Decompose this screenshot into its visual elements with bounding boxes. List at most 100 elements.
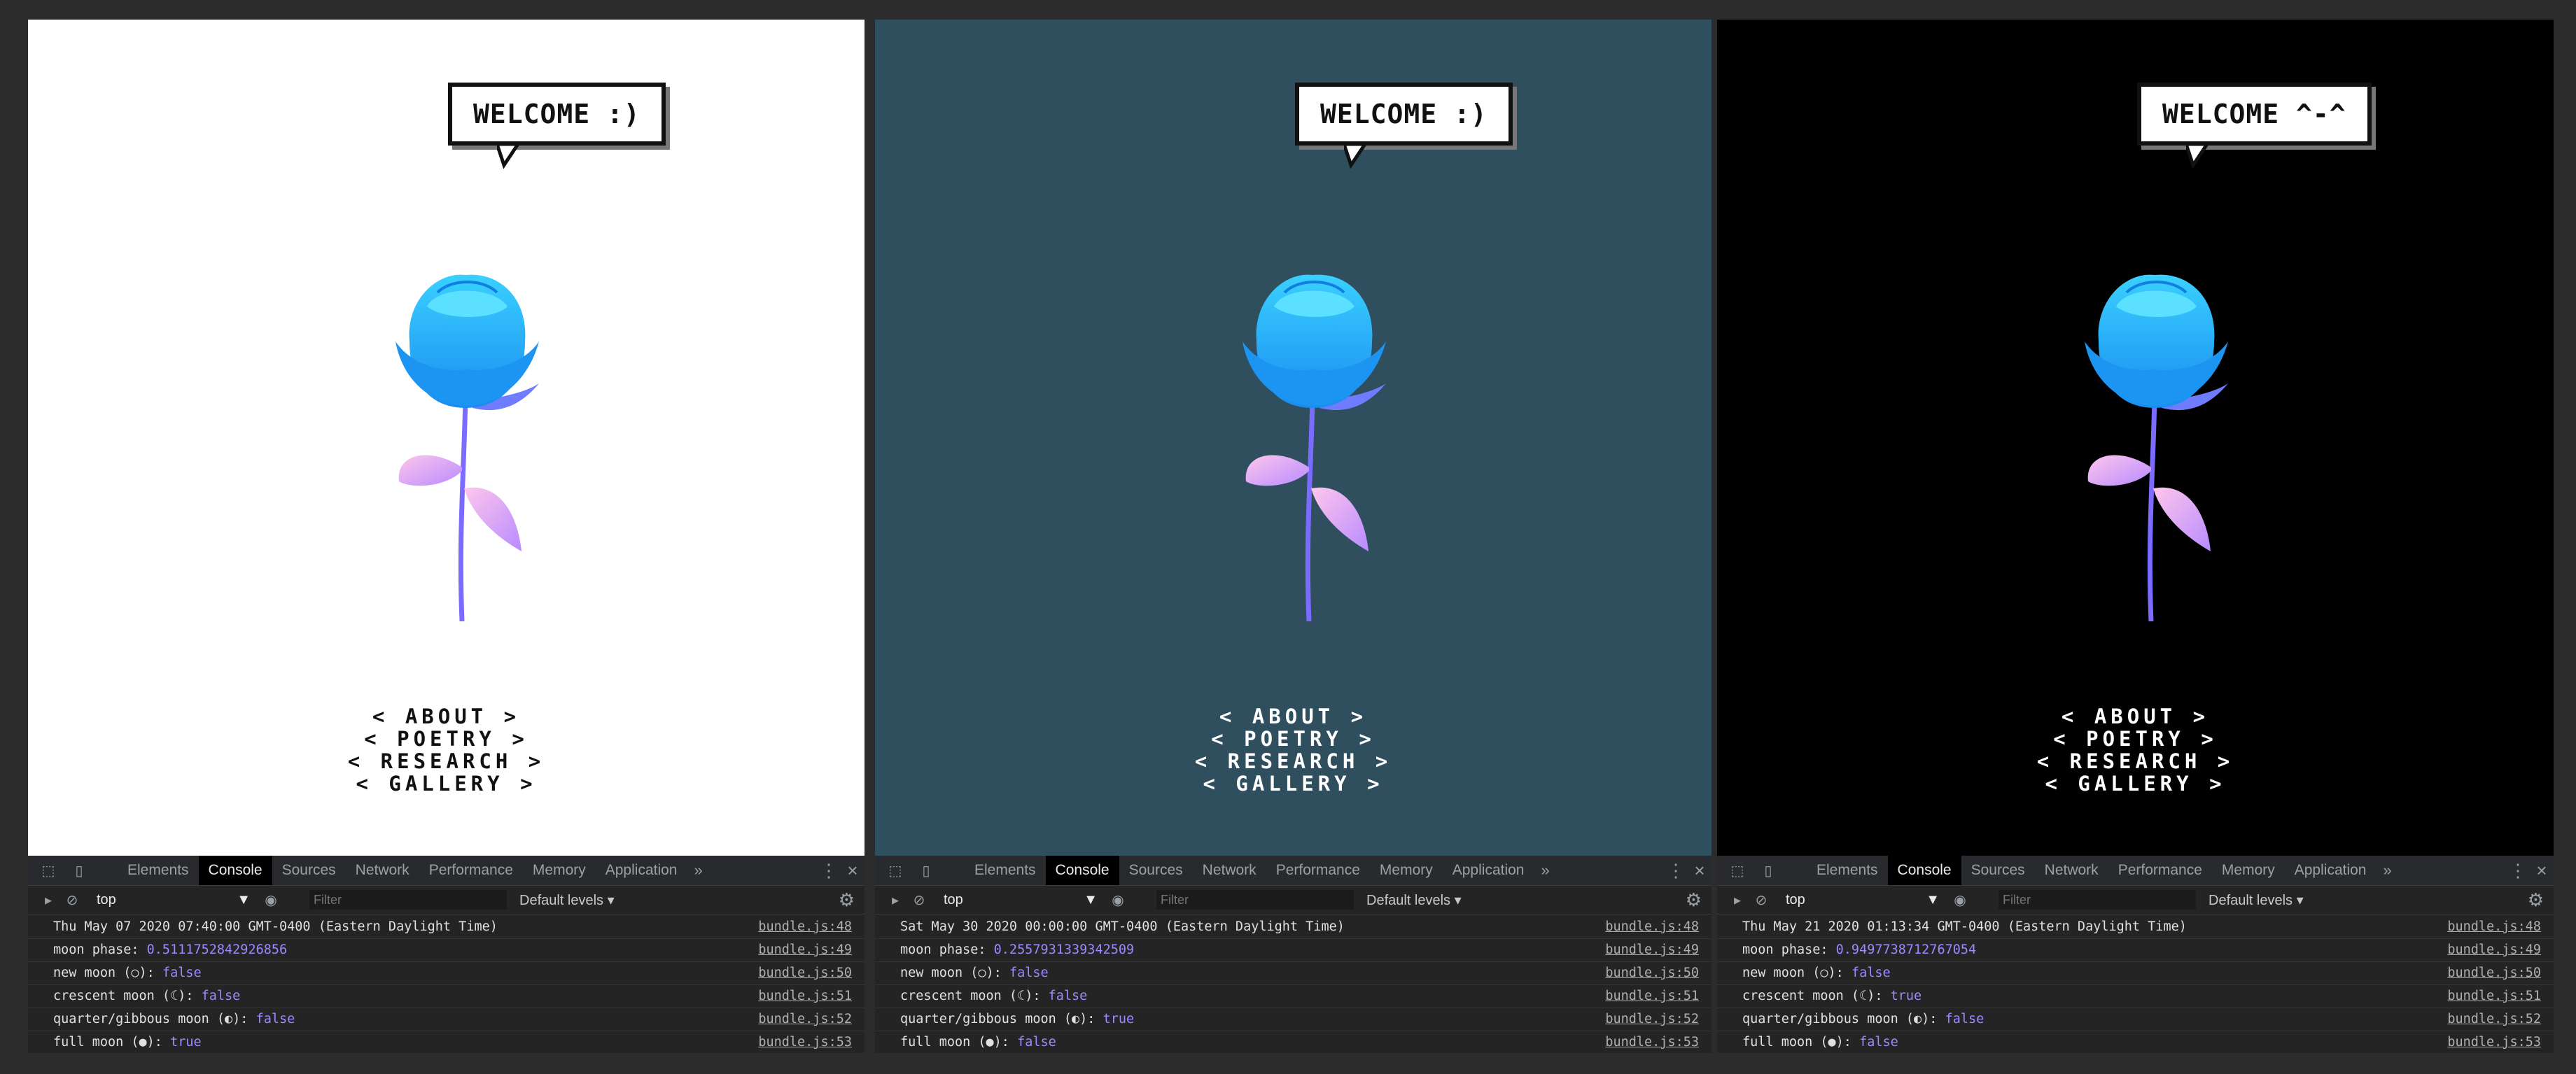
sidebar-toggle-icon[interactable]: ▸ <box>885 889 906 910</box>
inspect-element-icon[interactable]: ⬚ <box>1727 860 1748 881</box>
tab-sources[interactable]: Sources <box>1119 856 1193 885</box>
close-icon[interactable]: × <box>841 860 864 882</box>
console-log-row: new moon (○): false bundle.js:50 <box>1717 962 2554 985</box>
log-source-link[interactable]: bundle.js:50 <box>1605 962 1699 984</box>
console-log-row: moon phase: 0.2557931339342509 bundle.js… <box>875 939 1712 962</box>
tab-memory[interactable]: Memory <box>523 856 596 885</box>
tab-application[interactable]: Application <box>1443 856 1534 885</box>
more-tabs-button[interactable]: » <box>1534 856 1556 885</box>
gear-icon[interactable]: ⚙ <box>2528 889 2544 911</box>
clear-console-icon[interactable]: ⊘ <box>909 889 930 910</box>
sidebar-toggle-icon[interactable]: ▸ <box>38 889 59 910</box>
filter-input[interactable] <box>1998 890 2196 910</box>
log-source-link[interactable]: bundle.js:50 <box>758 962 852 984</box>
sidebar-toggle-icon[interactable]: ▸ <box>1727 889 1748 910</box>
tab-network[interactable]: Network <box>1193 856 1266 885</box>
clear-console-icon[interactable]: ⊘ <box>1751 889 1772 910</box>
nav-poetry-link[interactable]: < POETRY > <box>875 728 1712 750</box>
tab-console[interactable]: Console <box>198 856 272 885</box>
tab-console[interactable]: Console <box>1887 856 1961 885</box>
nav-poetry-link[interactable]: < POETRY > <box>28 728 864 750</box>
log-source-link[interactable]: bundle.js:51 <box>2447 985 2541 1008</box>
device-toolbar-icon[interactable]: ▯ <box>69 860 90 881</box>
context-selector[interactable]: top ▼ <box>944 892 1098 908</box>
log-message: new moon (○): false <box>900 966 1049 980</box>
context-selector[interactable]: top ▼ <box>1786 892 1940 908</box>
kebab-menu-icon[interactable]: ⋮ <box>817 860 841 882</box>
tab-application[interactable]: Application <box>2285 856 2376 885</box>
nav-gallery-link[interactable]: < GALLERY > <box>1717 772 2554 795</box>
log-source-link[interactable]: bundle.js:53 <box>1605 1031 1699 1053</box>
devtools-pane: ⬚ ▯ Elements Console Sources Network Perform… <box>1717 856 2554 1053</box>
log-value: false <box>162 966 202 980</box>
log-source-link[interactable]: bundle.js:51 <box>1605 985 1699 1008</box>
log-levels-dropdown[interactable]: Default levels ▾ <box>2208 891 2304 909</box>
log-levels-dropdown[interactable]: Default levels ▾ <box>519 891 615 909</box>
nav-gallery-link[interactable]: < GALLERY > <box>875 772 1712 795</box>
log-value: false <box>1945 1012 1984 1026</box>
more-tabs-button[interactable]: » <box>687 856 709 885</box>
log-source-link[interactable]: bundle.js:48 <box>758 916 852 938</box>
device-toolbar-icon[interactable]: ▯ <box>1758 860 1779 881</box>
log-source-link[interactable]: bundle.js:49 <box>758 939 852 961</box>
tab-elements[interactable]: Elements <box>118 856 199 885</box>
log-levels-dropdown[interactable]: Default levels ▾ <box>1366 891 1462 909</box>
tab-performance[interactable]: Performance <box>1266 856 1370 885</box>
log-source-link[interactable]: bundle.js:49 <box>1605 939 1699 961</box>
filter-input[interactable] <box>1156 890 1354 910</box>
nav-gallery-link[interactable]: < GALLERY > <box>28 772 864 795</box>
inspect-element-icon[interactable]: ⬚ <box>885 860 906 881</box>
kebab-menu-icon[interactable]: ⋮ <box>1664 860 1688 882</box>
tab-application[interactable]: Application <box>596 856 687 885</box>
tab-sources[interactable]: Sources <box>272 856 346 885</box>
log-source-link[interactable]: bundle.js:49 <box>2447 939 2541 961</box>
tab-performance[interactable]: Performance <box>419 856 523 885</box>
nav-poetry-link[interactable]: < POETRY > <box>1717 728 2554 750</box>
log-source-link[interactable]: bundle.js:53 <box>2447 1031 2541 1053</box>
nav-research-link[interactable]: < RESEARCH > <box>28 750 864 772</box>
nav-about-link[interactable]: < ABOUT > <box>1717 705 2554 728</box>
main-nav: < ABOUT > < POETRY > < RESEARCH > < GALL… <box>875 705 1712 795</box>
close-icon[interactable]: × <box>1688 860 1712 882</box>
gear-icon[interactable]: ⚙ <box>1686 889 1702 911</box>
eye-icon[interactable]: ◉ <box>1949 889 1970 910</box>
nav-about-link[interactable]: < ABOUT > <box>875 705 1712 728</box>
tab-elements[interactable]: Elements <box>1807 856 1888 885</box>
gear-icon[interactable]: ⚙ <box>839 889 855 911</box>
filter-input[interactable] <box>309 890 507 910</box>
nav-about-link[interactable]: < ABOUT > <box>28 705 864 728</box>
nav-research-link[interactable]: < RESEARCH > <box>875 750 1712 772</box>
device-toolbar-icon[interactable]: ▯ <box>916 860 937 881</box>
log-source-link[interactable]: bundle.js:53 <box>758 1031 852 1053</box>
log-message: crescent moon (☾): false <box>53 989 241 1003</box>
tab-elements[interactable]: Elements <box>965 856 1046 885</box>
context-selector[interactable]: top ▼ <box>97 892 251 908</box>
log-source-link[interactable]: bundle.js:52 <box>1605 1008 1699 1031</box>
kebab-menu-icon[interactable]: ⋮ <box>2506 860 2530 882</box>
log-source-link[interactable]: bundle.js:52 <box>2447 1008 2541 1031</box>
log-value: 0.2557931339342509 <box>993 942 1135 957</box>
eye-icon[interactable]: ◉ <box>260 889 281 910</box>
tab-network[interactable]: Network <box>346 856 419 885</box>
more-tabs-button[interactable]: » <box>2376 856 2398 885</box>
log-message: crescent moon (☾): false <box>900 989 1088 1003</box>
log-message: crescent moon (☾): true <box>1742 989 1922 1003</box>
inspect-element-icon[interactable]: ⬚ <box>38 860 59 881</box>
clear-console-icon[interactable]: ⊘ <box>62 889 83 910</box>
log-source-link[interactable]: bundle.js:51 <box>758 985 852 1008</box>
tab-sources[interactable]: Sources <box>1961 856 2035 885</box>
log-source-link[interactable]: bundle.js:48 <box>1605 916 1699 938</box>
tab-performance[interactable]: Performance <box>2108 856 2212 885</box>
log-source-link[interactable]: bundle.js:48 <box>2447 916 2541 938</box>
tab-network[interactable]: Network <box>2035 856 2108 885</box>
eye-icon[interactable]: ◉ <box>1107 889 1128 910</box>
tab-memory[interactable]: Memory <box>1370 856 1443 885</box>
log-source-link[interactable]: bundle.js:52 <box>758 1008 852 1031</box>
log-source-link[interactable]: bundle.js:50 <box>2447 962 2541 984</box>
page-viewport: WELCOME :) < ABOUT > < POETRY > < RESEAR… <box>28 20 864 856</box>
close-icon[interactable]: × <box>2530 860 2554 882</box>
nav-research-link[interactable]: < RESEARCH > <box>1717 750 2554 772</box>
tab-console[interactable]: Console <box>1045 856 1119 885</box>
console-log-row: moon phase: 0.9497738712767054 bundle.js… <box>1717 939 2554 962</box>
tab-memory[interactable]: Memory <box>2212 856 2285 885</box>
